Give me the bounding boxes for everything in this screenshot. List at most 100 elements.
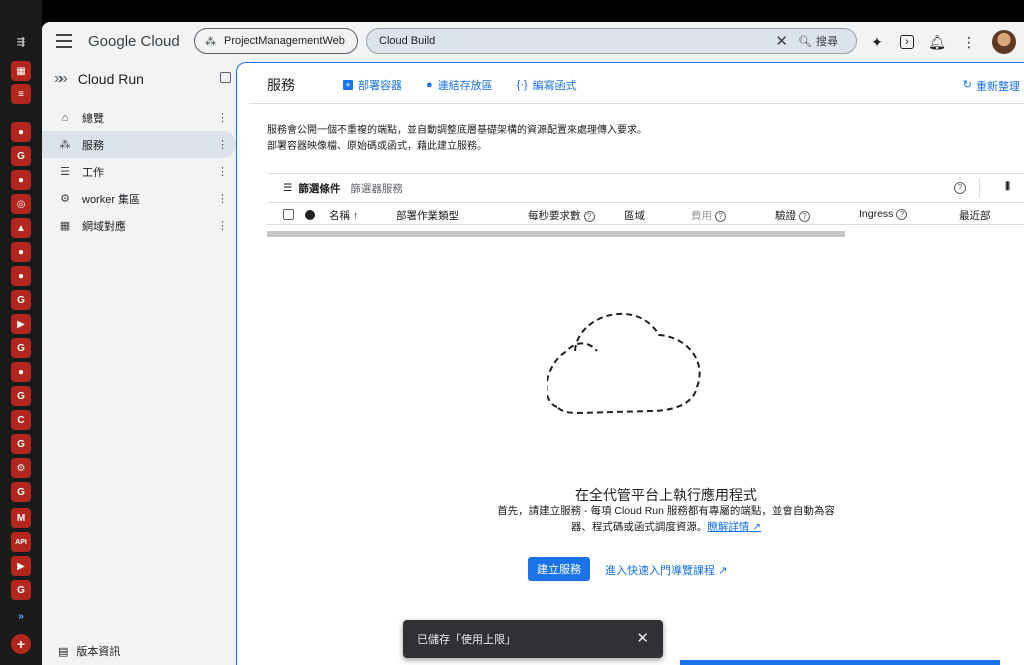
search-input[interactable]: Cloud Build xyxy=(379,35,435,47)
google-cloud-logo[interactable]: Google Cloud xyxy=(88,33,180,50)
g-icon[interactable]: G xyxy=(11,434,31,454)
status-icon xyxy=(305,210,315,220)
page-title: 服務 xyxy=(267,77,295,93)
mk-icon[interactable]: M xyxy=(11,508,31,528)
help-icon[interactable]: ? xyxy=(583,210,595,222)
youtube-icon[interactable]: ▶ xyxy=(11,556,31,576)
search-tabs-icon[interactable]: ≡ xyxy=(11,84,31,104)
browser-tab-strip: ⇶ ▦ ≡ ● G ● ◎ ▲ ● ● G ▶ G ● G C G ⚙ G M … xyxy=(0,0,42,665)
refresh-button[interactable]: ↻ 重新整理 xyxy=(963,78,1020,94)
column-display-icon[interactable]: ⦀ xyxy=(1005,181,1010,194)
clear-search-icon[interactable]: ✕ xyxy=(775,32,788,50)
refresh-label: 重新整理 xyxy=(976,81,1020,93)
add-icon: + xyxy=(343,80,353,90)
more-icon[interactable]: ⋮ xyxy=(217,111,228,124)
sidebar-item-domain-mappings[interactable]: ▦ 網域對應 ⋮ xyxy=(42,212,236,239)
home-icon: ⌂ xyxy=(61,111,69,124)
sidebar-item-label: 工作 xyxy=(82,166,104,179)
cloud-shell-icon[interactable]: › xyxy=(900,35,914,49)
sidebar-nav: ⌂ 總覽 ⋮ ⁂ 服務 ⋮ ☰ 工作 ⋮ ⚙ worker 集區 ⋮ ▦ 網域對 xyxy=(42,104,236,239)
sidebar-item-overview[interactable]: ⌂ 總覽 ⋮ xyxy=(42,104,236,131)
column-deploy-type[interactable]: 部署作業類型 xyxy=(396,208,459,223)
sidebar-item-label: 總覽 xyxy=(82,112,104,125)
sidebar-item-services[interactable]: ⁂ 服務 ⋮ xyxy=(42,131,236,158)
horizontal-scrollbar[interactable] xyxy=(267,231,845,237)
release-notes-link[interactable]: ▤ 版本資訊 xyxy=(58,643,120,659)
github-icon[interactable]: ● xyxy=(11,242,31,262)
gemini-icon[interactable]: ✦ xyxy=(868,32,886,52)
filter-bar: ☰ 篩選條件 篩選器服務 ? ⦀ xyxy=(267,173,1024,203)
column-region[interactable]: 區域 xyxy=(624,208,645,223)
description-line: 服務會公開一個不重複的端點，並自動調整底層基礎架構的資源配置來處理傳入要求。 xyxy=(267,125,647,136)
select-all-checkbox[interactable] xyxy=(283,209,294,220)
sidebar-item-worker-pools[interactable]: ⚙ worker 集區 ⋮ xyxy=(42,185,236,212)
google-icon[interactable]: G xyxy=(11,338,31,358)
sidebar-item-jobs[interactable]: ☰ 工作 ⋮ xyxy=(42,158,236,185)
new-tab-icon[interactable]: + xyxy=(11,634,31,654)
description-line: 器、程式碼或函式調度資源。 xyxy=(570,521,708,533)
column-label: 名稱 xyxy=(329,210,350,222)
c-icon[interactable]: C xyxy=(11,410,31,430)
column-ingress[interactable]: Ingress? xyxy=(859,208,908,220)
create-service-button[interactable]: 建立服務 xyxy=(528,557,590,581)
connect-repo-button[interactable]: ● 連結存放區 xyxy=(426,77,493,93)
collapse-sidebar-icon[interactable] xyxy=(220,72,231,83)
refresh-icon: ↻ xyxy=(962,79,972,91)
notifications-icon[interactable]: 🔔︎ xyxy=(928,32,946,52)
help-icon[interactable]: ? xyxy=(715,210,726,222)
api-icon[interactable]: API xyxy=(11,532,31,552)
globe-icon[interactable]: ◎ xyxy=(11,194,31,214)
avatar[interactable] xyxy=(992,30,1016,54)
help-icon[interactable]: ? xyxy=(799,210,810,222)
column-requests-per-second[interactable]: 每秒要求數? xyxy=(528,208,595,223)
more-icon[interactable]: ⋮ xyxy=(217,192,228,205)
main-content: 服務 + 部署容器 ● 連結存放區 {·} 編寫函式 ↻ 重新整理 服務會公開一… xyxy=(236,62,1024,665)
sort-ascending-icon[interactable]: ↑ xyxy=(353,210,358,222)
apps-icon[interactable]: ▦ xyxy=(11,61,31,81)
github-icon[interactable]: ● xyxy=(11,122,31,142)
filter-input[interactable]: 篩選器服務 xyxy=(350,181,403,196)
help-icon[interactable]: ? xyxy=(954,182,966,194)
more-icon[interactable]: ⋮ xyxy=(217,138,228,151)
settings-icon[interactable]: ⚙ xyxy=(11,458,31,478)
column-last-deployed[interactable]: 最近部 xyxy=(959,208,991,223)
snackbar-message: 已儲存「使用上限」 xyxy=(417,634,516,646)
search-button[interactable]: 🔍︎ 搜尋 xyxy=(798,31,850,51)
divider xyxy=(249,103,1024,104)
tab-list-icon[interactable]: ⇶ xyxy=(11,32,31,52)
google-icon[interactable]: G xyxy=(11,290,31,310)
github-icon[interactable]: ● xyxy=(11,170,31,190)
write-function-button[interactable]: {·} 編寫函式 xyxy=(517,77,577,93)
cloud-run-logo-icon: »» xyxy=(54,70,68,87)
project-icon: ⁂ xyxy=(205,35,216,48)
help-icon[interactable]: ? xyxy=(896,208,908,220)
youtube-icon[interactable]: ▶ xyxy=(11,314,31,334)
bottom-panel-bar[interactable] xyxy=(680,660,1000,665)
learn-more-label: 瞭解詳情 xyxy=(707,521,750,533)
search-bar[interactable]: Cloud Build ✕ 🔍︎ 搜尋 xyxy=(366,28,857,54)
quickstart-tour-link[interactable]: 進入快速入門導覽課程 ↗ xyxy=(605,562,727,578)
g-icon[interactable]: G xyxy=(11,386,31,406)
close-icon[interactable]: ✕ xyxy=(636,629,649,647)
column-cost[interactable]: 費用? xyxy=(691,208,726,223)
google-icon[interactable]: G xyxy=(11,482,31,502)
more-icon[interactable]: ⋮ xyxy=(217,219,228,232)
google-icon[interactable]: G xyxy=(11,580,31,600)
google-icon[interactable]: G xyxy=(11,146,31,166)
filter-icon[interactable]: ☰ xyxy=(283,182,292,194)
code-icon: {·} xyxy=(516,79,528,91)
release-notes-icon: ▤ xyxy=(58,645,69,658)
menu-icon[interactable] xyxy=(56,34,72,48)
cloud-run-icon[interactable]: » xyxy=(11,606,31,626)
project-picker[interactable]: ⁂ ProjectManagementWeb xyxy=(194,28,358,54)
drive-icon[interactable]: ▲ xyxy=(11,218,31,238)
learn-more-link[interactable]: 瞭解詳情 ↗ xyxy=(707,521,761,533)
github-icon[interactable]: ● xyxy=(11,362,31,382)
more-options-icon[interactable]: ⋮ xyxy=(960,32,978,52)
divider xyxy=(979,178,980,198)
column-auth[interactable]: 驗證? xyxy=(775,208,810,223)
github-icon[interactable]: ● xyxy=(11,266,31,286)
more-icon[interactable]: ⋮ xyxy=(217,165,228,178)
column-name[interactable]: 名稱 ↑ xyxy=(329,208,358,223)
deploy-container-button[interactable]: + 部署容器 xyxy=(343,77,402,93)
